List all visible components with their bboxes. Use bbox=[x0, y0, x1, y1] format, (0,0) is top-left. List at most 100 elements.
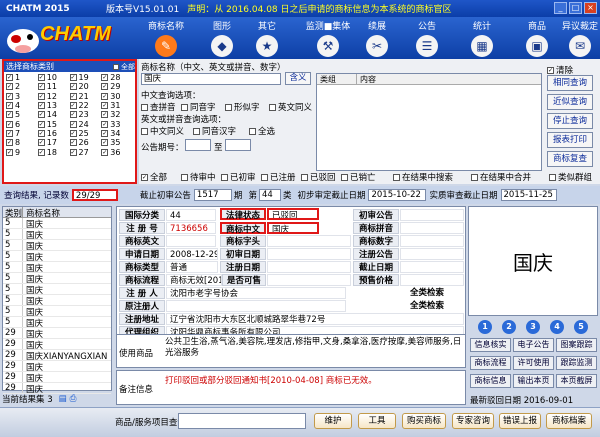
list-row[interactable]: 5 国庆 bbox=[3, 262, 111, 274]
status-checkbox-4[interactable]: 已驳回 bbox=[301, 171, 336, 183]
issue-to-input[interactable] bbox=[225, 139, 251, 151]
bottom-button-3[interactable]: 专家咨询 bbox=[452, 413, 494, 429]
list-row[interactable]: 5 国庆 bbox=[3, 284, 111, 296]
class-checkbox-5[interactable]: ✓ 5 bbox=[6, 110, 38, 119]
trademark-name-input[interactable]: 国庆 bbox=[141, 73, 281, 85]
list-view-icon[interactable]: ▤ bbox=[59, 394, 67, 404]
action-button-2[interactable]: 图案跟踪 bbox=[556, 338, 597, 352]
list-row[interactable]: 5 国庆 bbox=[3, 306, 111, 318]
class-checkbox-8[interactable]: ✓ 8 bbox=[6, 138, 38, 147]
nav-chart[interactable]: 统计 ▦ bbox=[460, 17, 504, 59]
side-button-4[interactable]: 商标复查 bbox=[547, 151, 593, 167]
class-checkbox-36[interactable]: ✓ 36 bbox=[101, 147, 133, 157]
class-checkbox-6[interactable]: ✓ 6 bbox=[6, 119, 38, 129]
action-button-7[interactable]: 输出本页 bbox=[513, 374, 554, 388]
class-checkbox-32[interactable]: ✓ 32 bbox=[101, 110, 133, 119]
option-checkbox[interactable]: 中文同义 bbox=[141, 125, 184, 137]
goods-query-input[interactable] bbox=[178, 413, 306, 429]
side-button-0[interactable]: 相同查询 bbox=[547, 75, 593, 91]
side-button-2[interactable]: 停止查询 bbox=[547, 113, 593, 129]
option-checkbox[interactable]: 形似字 bbox=[225, 101, 260, 113]
nav-document[interactable]: 异议裁定 ✉ bbox=[558, 17, 600, 59]
action-button-4[interactable]: 许可使用 bbox=[513, 356, 554, 370]
class-checkbox-31[interactable]: ✓ 31 bbox=[101, 101, 133, 110]
list-row[interactable]: 5 国庆 bbox=[3, 295, 111, 307]
side-button-1[interactable]: 近似查询 bbox=[547, 94, 593, 110]
maximize-icon[interactable]: □ bbox=[569, 2, 582, 14]
class-checkbox-29[interactable]: ✓ 29 bbox=[101, 82, 133, 91]
bottom-button-5[interactable]: 商标档案 bbox=[546, 413, 592, 429]
class-checkbox-18[interactable]: ✓ 18 bbox=[37, 147, 70, 157]
list-row[interactable]: 29 国庆 bbox=[3, 361, 111, 373]
step-number-1[interactable]: 1 bbox=[478, 320, 492, 334]
class-checkbox-35[interactable]: ✓ 35 bbox=[101, 138, 133, 147]
class-checkbox-25[interactable]: ✓ 25 bbox=[69, 129, 102, 138]
option-checkbox[interactable]: 全选 bbox=[249, 125, 275, 137]
step-number-2[interactable]: 2 bbox=[502, 320, 516, 334]
full-class-search-link[interactable]: 全类检索 bbox=[407, 287, 464, 299]
class-checkbox-11[interactable]: ✓ 11 bbox=[37, 82, 70, 91]
list-row[interactable]: 5 国庆 bbox=[3, 273, 111, 285]
search-in-results-checkbox[interactable]: 在结果中搜索 bbox=[393, 171, 453, 183]
class-checkbox-20[interactable]: ✓ 20 bbox=[69, 82, 102, 91]
class-checkbox-4[interactable]: ✓ 4 bbox=[6, 101, 38, 110]
close-icon[interactable]: × bbox=[584, 2, 597, 14]
class-checkbox-34[interactable]: ✓ 34 bbox=[101, 129, 133, 138]
nav-shapes[interactable]: 图形 ◆ bbox=[200, 17, 244, 59]
status-checkbox-5[interactable]: 已销亡 bbox=[341, 171, 376, 183]
action-button-1[interactable]: 电子公告 bbox=[513, 338, 554, 352]
class-checkbox-10[interactable]: ✓ 10 bbox=[37, 73, 70, 82]
side-button-3[interactable]: 报表打印 bbox=[547, 132, 593, 148]
bottom-button-4[interactable]: 错误上报 bbox=[499, 413, 541, 429]
full-class-search-link-2[interactable]: 全类检索 bbox=[407, 300, 464, 312]
select-all-checkbox[interactable]: ✓ bbox=[113, 63, 119, 70]
nav-box[interactable]: 商品 ▣ bbox=[515, 17, 559, 59]
list-row[interactable]: 29 国庆 bbox=[3, 372, 111, 384]
option-checkbox[interactable]: 查拼音 bbox=[141, 101, 176, 113]
class-checkbox-7[interactable]: ✓ 7 bbox=[6, 129, 38, 138]
class-checkbox-23[interactable]: ✓ 23 bbox=[69, 110, 102, 119]
class-checkbox-24[interactable]: ✓ 24 bbox=[69, 119, 102, 129]
print-icon[interactable]: ⎙ bbox=[70, 394, 77, 404]
class-checkbox-26[interactable]: ✓ 26 bbox=[69, 138, 102, 147]
option-checkbox[interactable]: 同音字 bbox=[181, 101, 216, 113]
step-number-5[interactable]: 5 bbox=[574, 320, 588, 334]
merge-results-checkbox[interactable]: 在结果中合并 bbox=[471, 171, 531, 183]
bottom-button-0[interactable]: 维护 bbox=[314, 413, 352, 429]
class-checkbox-28[interactable]: ✓ 28 bbox=[101, 73, 133, 82]
list-row[interactable]: 29 国庆 bbox=[3, 328, 111, 340]
issue-from-input[interactable] bbox=[185, 139, 211, 151]
list-row[interactable]: 5 国庆 bbox=[3, 229, 111, 241]
status-checkbox-3[interactable]: 已注册 bbox=[261, 171, 296, 183]
bottom-button-1[interactable]: 工具 bbox=[358, 413, 396, 429]
action-button-6[interactable]: 商标信息 bbox=[470, 374, 511, 388]
nav-star[interactable]: 其它 ★ bbox=[245, 17, 289, 59]
nav-pencil[interactable]: 商标名称 ✎ bbox=[144, 17, 188, 59]
class-checkbox-1[interactable]: ✓ 1 bbox=[6, 73, 38, 82]
list-row[interactable]: 5 国庆 bbox=[3, 317, 111, 329]
status-checkbox-2[interactable]: 已初审 bbox=[221, 171, 256, 183]
minimize-icon[interactable]: _ bbox=[554, 2, 567, 14]
list-row[interactable]: 5 国庆 bbox=[3, 218, 111, 230]
class-checkbox-15[interactable]: ✓ 15 bbox=[37, 119, 70, 129]
class-checkbox-30[interactable]: ✓ 30 bbox=[101, 92, 133, 101]
class-checkbox-33[interactable]: ✓ 33 bbox=[101, 119, 133, 129]
class-checkbox-3[interactable]: ✓ 3 bbox=[6, 92, 38, 101]
class-checkbox-9[interactable]: ✓ 9 bbox=[6, 147, 38, 157]
option-checkbox[interactable]: 英文同义 bbox=[269, 101, 312, 113]
action-button-5[interactable]: 跟踪监测 bbox=[556, 356, 597, 370]
result-list[interactable]: 类别 商标名称 5 国庆 5 国庆 5 国庆 5 国庆 5 国庆 5 国庆 5 国庆 5 国庆 5 国庆 5 国庆 29… bbox=[2, 206, 112, 395]
contains-button[interactable]: 含义 bbox=[285, 72, 311, 85]
list-row[interactable]: 29 国庆 bbox=[3, 339, 111, 351]
bottom-button-2[interactable]: 购买商标 bbox=[402, 413, 446, 429]
class-checkbox-16[interactable]: ✓ 16 bbox=[37, 129, 70, 138]
class-checkbox-21[interactable]: ✓ 21 bbox=[69, 92, 102, 101]
class-checkbox-17[interactable]: ✓ 17 bbox=[37, 138, 70, 147]
step-number-3[interactable]: 3 bbox=[526, 320, 540, 334]
class-checkbox-22[interactable]: ✓ 22 bbox=[69, 101, 102, 110]
list-row[interactable]: 5 国庆 bbox=[3, 251, 111, 263]
status-checkbox-1[interactable]: 待审中 bbox=[181, 171, 216, 183]
class-checkbox-27[interactable]: ✓ 27 bbox=[69, 147, 102, 157]
list-row[interactable]: 29 国庆XIANYANGXIAN bbox=[3, 350, 111, 362]
similar-group-checkbox[interactable]: 类似群组 bbox=[549, 171, 592, 183]
